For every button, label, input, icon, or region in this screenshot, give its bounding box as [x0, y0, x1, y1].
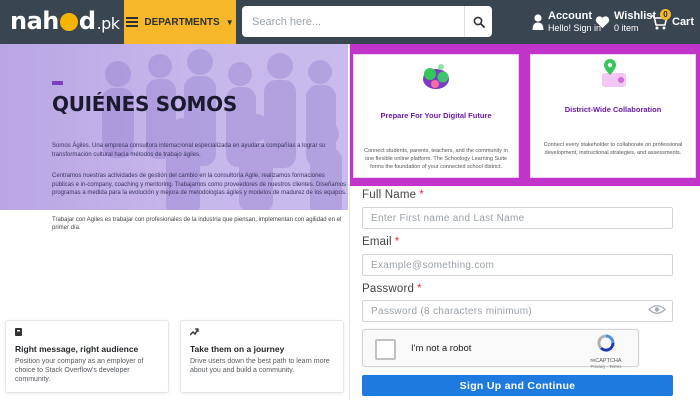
recaptcha-links[interactable]: Privacy - Terms: [582, 364, 630, 369]
map-pin-illustration-icon: [602, 59, 626, 87]
full-name-field[interactable]: [362, 207, 673, 229]
email-label: Email *: [362, 236, 399, 248]
recaptcha-checkbox[interactable]: [375, 339, 396, 360]
departments-button[interactable]: DEPARTMENTS ▼: [124, 0, 236, 44]
hero-paragraph-3: Trabajar con Agiles es trabajar con prof…: [52, 217, 342, 231]
password-field[interactable]: [362, 300, 673, 322]
search-input[interactable]: [242, 6, 464, 37]
caret-down-icon: ▼: [225, 17, 234, 27]
recaptcha-brand: reCAPTCHA Privacy - Terms: [582, 334, 630, 369]
email-field[interactable]: [362, 254, 673, 276]
departments-label: DEPARTMENTS: [144, 16, 220, 28]
trend-icon: [189, 328, 334, 340]
promo-card[interactable]: Right message, right audience Position y…: [5, 320, 169, 393]
required-mark: *: [419, 189, 424, 201]
feature-card-title: Prepare For Your Digital Future: [380, 111, 492, 120]
recaptcha-logo-icon: [597, 334, 615, 352]
search-button[interactable]: [464, 6, 492, 37]
email-label-text: Email: [362, 236, 392, 248]
sign-up-button[interactable]: Sign Up and Continue: [362, 375, 673, 396]
feature-card-title: District-Wide Collaboration: [564, 105, 662, 114]
recaptcha-widget: I'm not a robot reCAPTCHA Privacy - Term…: [362, 329, 639, 369]
account-link[interactable]: Account Hello! Sign in: [532, 8, 601, 36]
account-title: Account: [548, 10, 592, 22]
hamburger-icon: [126, 17, 139, 27]
feature-panel: Prepare For Your Digital Future Connect …: [350, 44, 700, 186]
hero-paragraph-2: Centramos nuestras actividades de gestió…: [52, 173, 347, 196]
promo-card-desc: Position your company as an employer of …: [15, 358, 144, 383]
hero-accent-bar: [52, 81, 63, 85]
logo-tld: .pk: [96, 13, 121, 33]
hero-paragraph-1: Somos Ágiles. Una empresa consultora int…: [52, 143, 326, 158]
top-header: nahd.pk DEPARTMENTS ▼ Account Hello! Sig…: [0, 0, 700, 44]
heart-icon: [595, 16, 610, 29]
promo-card[interactable]: Take them on a journey Drive users down …: [180, 320, 344, 393]
required-mark: *: [394, 236, 400, 248]
recaptcha-label: I'm not a robot: [411, 343, 472, 354]
logo-coin-icon: [59, 13, 78, 31]
account-subtitle: Hello! Sign in: [548, 23, 602, 33]
password-label: Password *: [362, 283, 422, 295]
promo-card-title: Take them on a journey: [190, 344, 285, 354]
search-bar: [242, 6, 492, 37]
full-name-label: Full Name *: [362, 189, 424, 201]
cart-link[interactable]: 0 Cart: [650, 8, 694, 36]
feature-card[interactable]: District-Wide Collaboration Connect ever…: [530, 54, 696, 178]
user-icon: [532, 14, 544, 30]
logo-text-prefix: nah: [10, 7, 59, 35]
promo-card-title: Right message, right audience: [15, 344, 139, 354]
logo-text-suffix: d: [78, 7, 96, 35]
cart-title: Cart: [672, 16, 695, 28]
site-logo[interactable]: nah d .pk: [10, 6, 120, 36]
wishlist-link[interactable]: Wishlist 0 item: [595, 8, 656, 36]
hero-title: QUIÉNES SOMOS: [52, 92, 237, 116]
promo-card-desc: Drive users down the best path to learn …: [190, 358, 330, 374]
feature-card-desc: Connect students, parents, teachers, and…: [364, 148, 508, 170]
search-icon: [473, 16, 485, 28]
password-label-text: Password: [362, 283, 415, 295]
feature-card-desc: Connect every stakeholder to collaborate…: [543, 142, 683, 156]
show-password-eye-icon[interactable]: [648, 304, 666, 315]
required-mark: *: [417, 283, 422, 295]
full-name-label-text: Full Name: [362, 189, 417, 201]
digital-future-illustration-icon: [423, 64, 449, 89]
feature-card[interactable]: Prepare For Your Digital Future Connect …: [353, 54, 519, 178]
cart-count-badge: 0: [660, 9, 671, 20]
flag-icon: [15, 328, 159, 340]
